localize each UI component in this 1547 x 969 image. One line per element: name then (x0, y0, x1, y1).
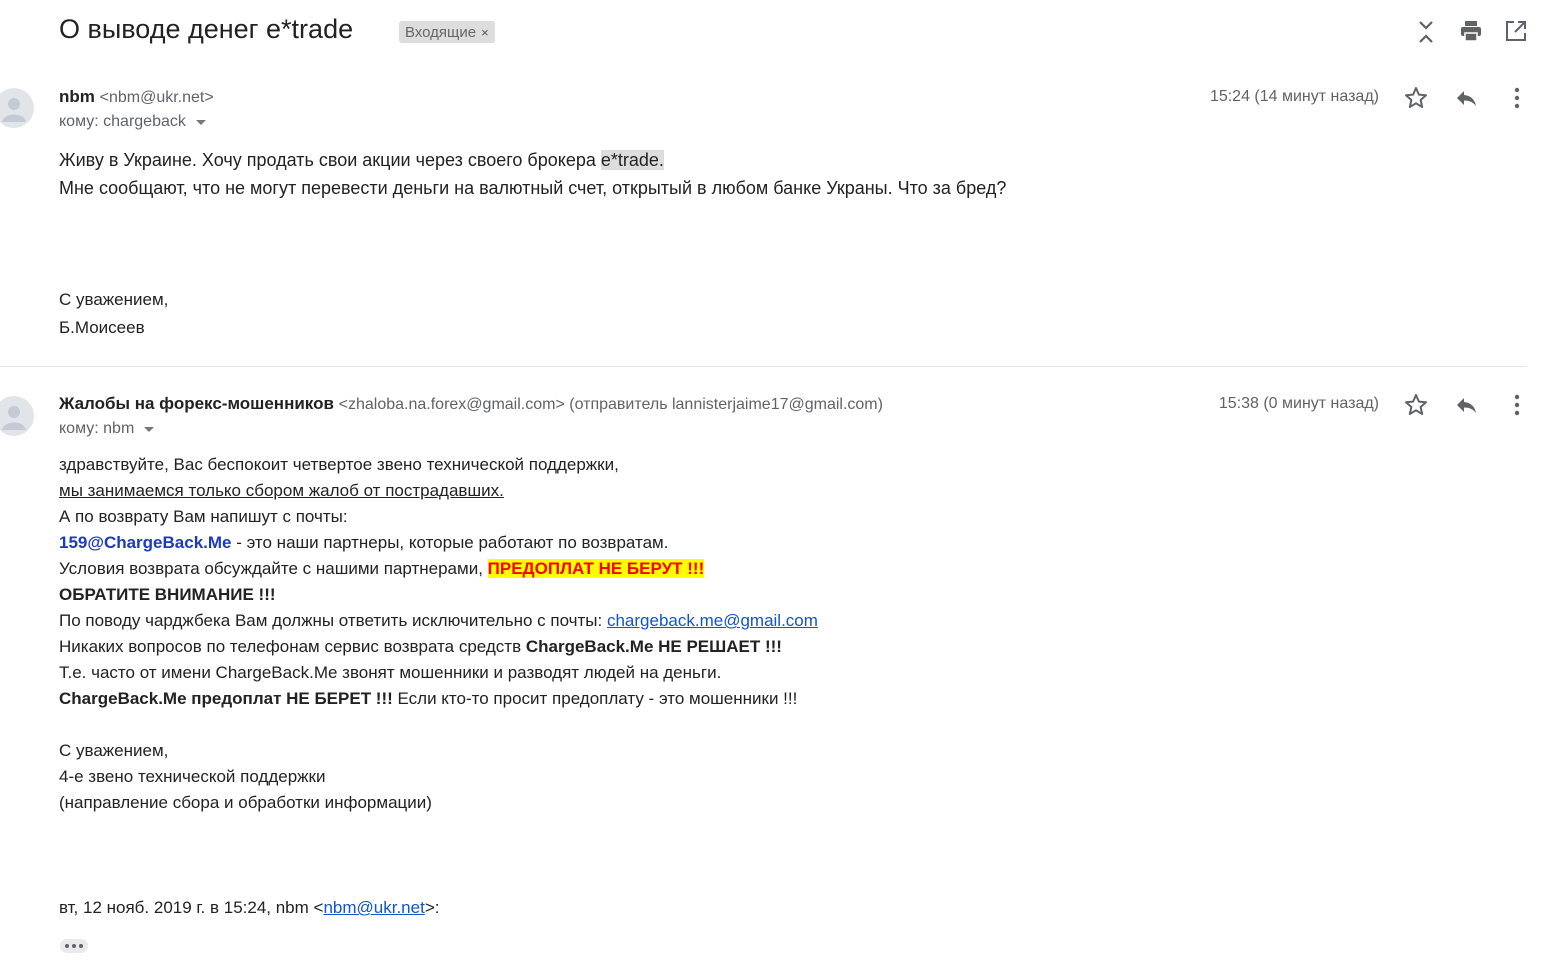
quote-text: вт, 12 нояб. 2019 г. в 15:24, nbm < (59, 898, 324, 917)
sender-address: <nbm@ukr.net> (99, 89, 214, 106)
body-line: здравствуйте, Вас беспокоит четвертое зв… (59, 455, 619, 474)
star-icon[interactable] (1404, 86, 1428, 110)
body-line: Мне сообщают, что не могут перевести ден… (59, 178, 1007, 198)
recipient-line[interactable]: кому: nbm (59, 420, 155, 438)
signature-line: 4-е звено технической поддержки (59, 767, 326, 786)
body-text: Условия возврата обсуждайте с нашими пар… (59, 559, 488, 578)
quote-text: >: (424, 898, 440, 917)
reply-icon[interactable] (1454, 393, 1478, 417)
more-vert-icon[interactable] (1505, 86, 1529, 110)
open-in-new-window-icon[interactable] (1505, 20, 1527, 42)
sender-avatar (0, 88, 34, 128)
message-body: Живу в Украине. Хочу продать свои акции … (59, 146, 1359, 202)
body-line: 159@ChargeBack.Me - это наши партнеры, к… (59, 530, 1359, 556)
body-line: ОБРАТИТЕ ВНИМАНИЕ !!! (59, 585, 276, 604)
signature: С уважением, Б.Моисеев (59, 286, 168, 342)
star-icon[interactable] (1404, 393, 1428, 417)
sender-line: nbm <nbm@ukr.net> (59, 87, 214, 107)
signature-line: С уважением, (59, 741, 169, 760)
body-line: Живу в Украине. Хочу продать свои акции … (59, 146, 1359, 174)
bold-text: ChargeBack.Me предоплат НЕ БЕРЕТ !!! (59, 689, 393, 708)
sender-name[interactable]: Жалобы на форекс-мошенников (59, 394, 334, 413)
partner-email[interactable]: 159@ChargeBack.Me (59, 533, 232, 552)
recipient-label: кому: nbm (59, 420, 135, 437)
print-icon[interactable] (1460, 20, 1482, 42)
body-text: По поводу чарджбека Вам должны ответить … (59, 611, 607, 630)
signature-line: (направление сбора и обработки информаци… (59, 793, 432, 812)
body-line: А по возврату Вам напишут с почты: (59, 507, 348, 526)
sender-address: <zhaloba.na.forex@gmail.com> (отправител… (338, 396, 883, 413)
body-line: По поводу чарджбека Вам должны ответить … (59, 608, 1359, 634)
dot (72, 944, 76, 948)
sender-avatar (0, 396, 34, 436)
recipient-label: кому: chargeback (59, 113, 186, 130)
inbox-label-text: Входящие (405, 23, 477, 41)
body-line: Условия возврата обсуждайте с нашими пар… (59, 556, 1359, 582)
chevron-down-icon[interactable] (144, 426, 155, 432)
body-line: Никаких вопросов по телефонам сервис воз… (59, 634, 1359, 660)
signature-line: Б.Моисеев (59, 318, 145, 337)
body-line: Т.е. часто от имени ChargeBack.Me звонят… (59, 663, 722, 682)
email-link[interactable]: chargeback.me@gmail.com (607, 611, 818, 630)
body-text: - это наши партнеры, которые работают по… (231, 533, 669, 552)
dot (65, 944, 69, 948)
quoted-header: вт, 12 нояб. 2019 г. в 15:24, nbm <nbm@u… (59, 898, 439, 918)
body-text: Живу в Украине. Хочу продать свои акции … (59, 150, 601, 170)
body-line: мы занимаемся только сбором жалоб от пос… (59, 481, 504, 500)
more-vert-icon[interactable] (1505, 393, 1529, 417)
email-subject: О выводе денег e*trade (59, 14, 354, 44)
sender-name[interactable]: nbm (59, 87, 95, 106)
message-time: 15:24 (14 минут назад) (1209, 88, 1379, 105)
dot (79, 944, 83, 948)
warning-highlight: ПРЕДОПЛАТ НЕ БЕРУТ !!! (487, 559, 705, 578)
sender-line: Жалобы на форекс-мошенников <zhaloba.na.… (59, 394, 883, 414)
bold-text: ChargeBack.Me НЕ РЕШАЕТ !!! (525, 637, 782, 656)
message-divider (0, 366, 1527, 367)
highlighted-text: e*trade. (600, 150, 664, 170)
message-body: здравствуйте, Вас беспокоит четвертое зв… (59, 452, 1359, 712)
reply-icon[interactable] (1454, 86, 1478, 110)
inbox-label-chip[interactable]: Входящие × (399, 21, 495, 43)
signature-line: С уважением, (59, 290, 169, 309)
chevron-down-icon[interactable] (195, 119, 206, 125)
collapse-all-icon[interactable] (1415, 20, 1437, 43)
body-line: ChargeBack.Me предоплат НЕ БЕРЕТ !!! Есл… (59, 686, 1359, 712)
body-text: Если кто-то просит предоплату - это моше… (392, 689, 798, 708)
show-trimmed-content-button[interactable] (60, 939, 88, 953)
body-text: Никаких вопросов по телефонам сервис воз… (59, 637, 526, 656)
message-time: 15:38 (0 минут назад) (1218, 395, 1379, 412)
recipient-line[interactable]: кому: chargeback (59, 113, 206, 131)
email-link[interactable]: nbm@ukr.net (323, 898, 424, 917)
signature: С уважением, 4-е звено технической подде… (59, 738, 432, 816)
remove-label-icon[interactable]: × (481, 25, 489, 40)
